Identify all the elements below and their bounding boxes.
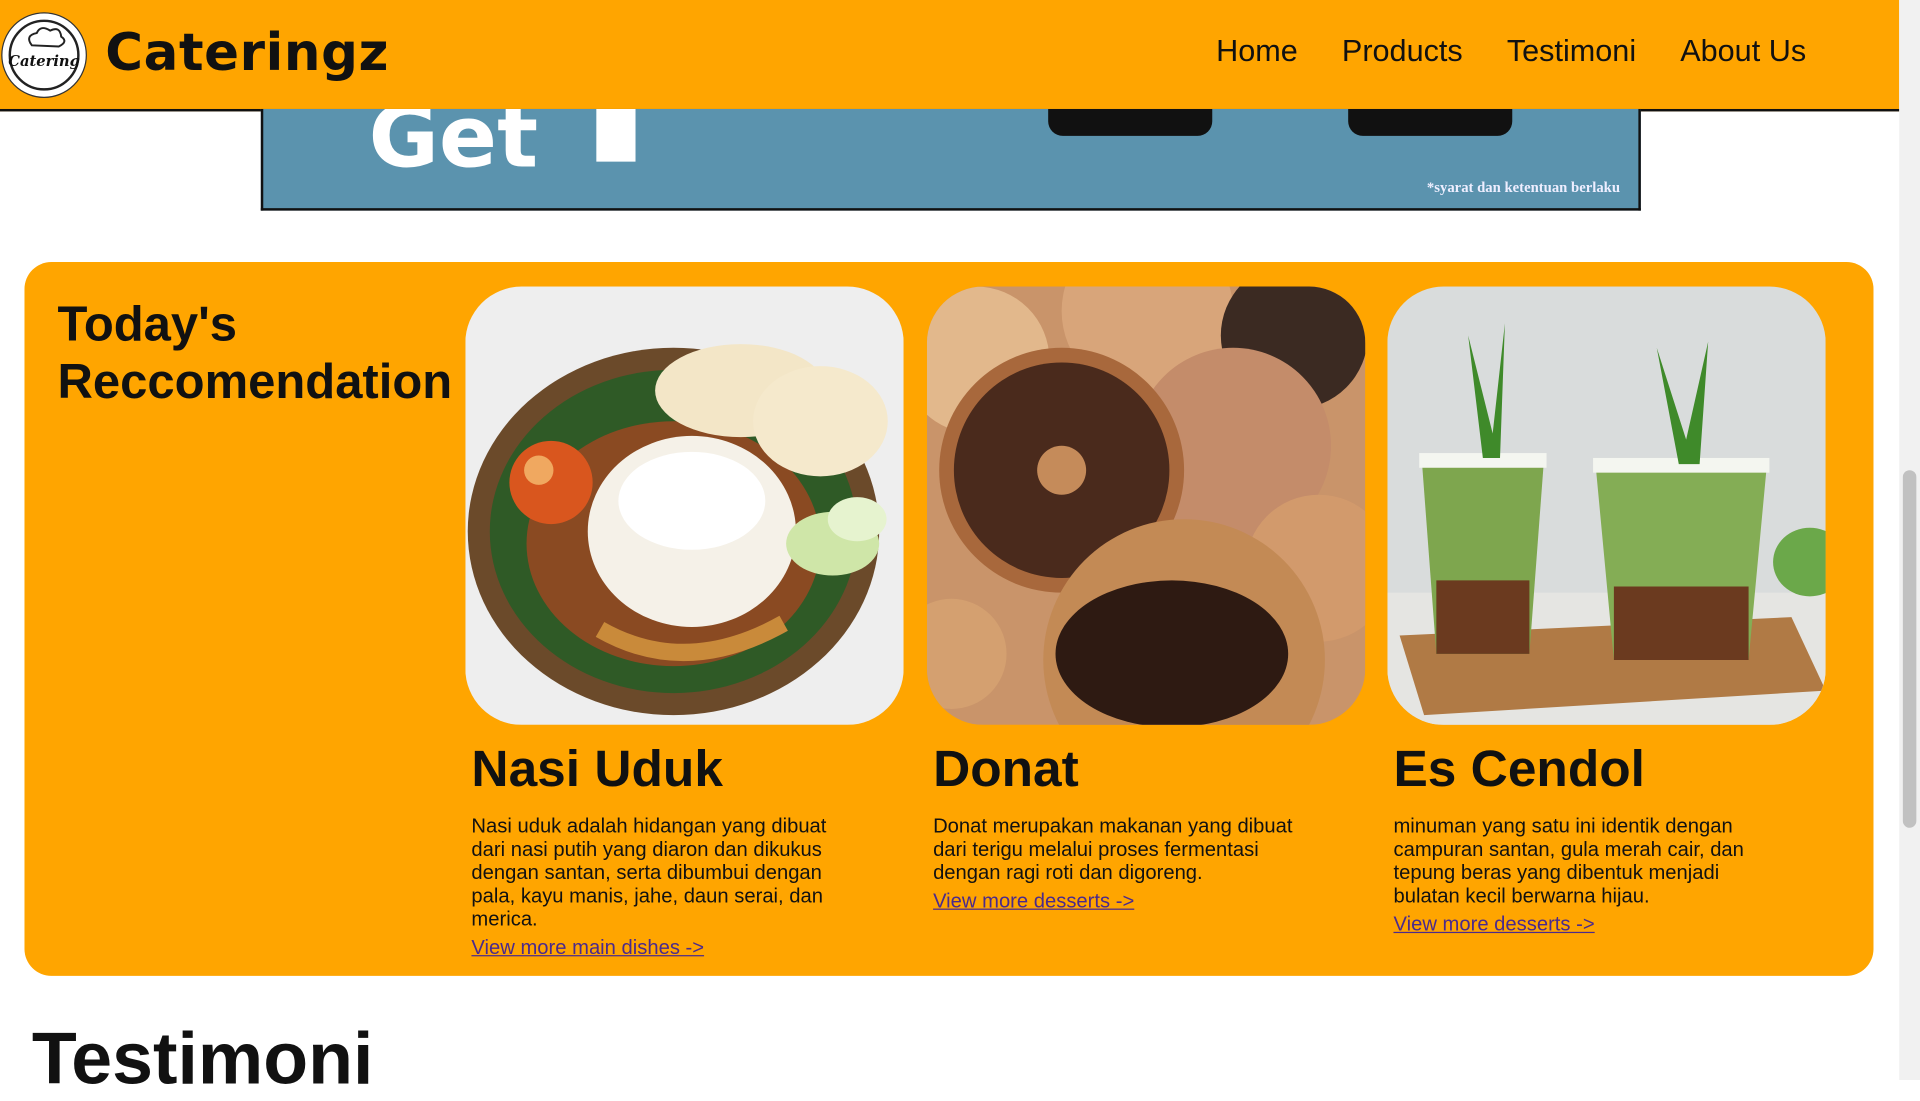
testimoni-heading: Testimoni	[31, 1017, 374, 1100]
card-description: Donat merupakan makanan yang dibuat dari…	[933, 815, 1293, 885]
nav-home[interactable]: Home	[1216, 34, 1298, 70]
es-cendol-image[interactable]	[1387, 286, 1826, 725]
chef-hat-logo-icon: Catering	[8, 19, 80, 91]
banner-button-shape	[1048, 108, 1213, 136]
card-description: minuman yang satu ini identik dengan cam…	[1393, 815, 1744, 908]
product-card: Es Cendol minuman yang satu ini identik …	[1387, 286, 1826, 937]
nav-products[interactable]: Products	[1342, 34, 1463, 70]
brand-logo[interactable]: Catering	[1, 12, 87, 98]
card-title: Donat	[933, 739, 1079, 798]
banner-terms: *syarat dan ketentuan berlaku	[1426, 178, 1621, 196]
banner-bar-shape	[596, 108, 636, 162]
recommendation-section: Today's Reccomendation Nasi Uduk Nasi ud…	[24, 262, 1874, 976]
nav-about-us[interactable]: About Us	[1680, 34, 1806, 70]
site-header: Catering Cateringz Home Products Testimo…	[0, 0, 1900, 112]
view-more-link[interactable]: View more main dishes ->	[471, 937, 704, 960]
product-card: Nasi Uduk Nasi uduk adalah hidangan yang…	[465, 286, 904, 960]
banner-headline: Get	[368, 108, 539, 188]
promo-banner[interactable]: Get *syarat dan ketentuan berlaku	[260, 108, 1641, 211]
svg-text:Catering: Catering	[8, 53, 80, 70]
card-description: Nasi uduk adalah hidangan yang dibuat da…	[471, 815, 827, 931]
product-card: Donat Donat merupakan makanan yang dibua…	[926, 286, 1366, 914]
nav-testimoni[interactable]: Testimoni	[1507, 34, 1636, 70]
main-nav: Home Products Testimoni About Us	[1216, 34, 1806, 70]
view-more-link[interactable]: View more desserts ->	[1393, 913, 1594, 936]
donat-image[interactable]	[926, 286, 1366, 725]
scrollbar-thumb[interactable]	[1902, 470, 1917, 828]
section-title: Today's Reccomendation	[57, 297, 453, 409]
nasi-uduk-image[interactable]	[465, 286, 904, 725]
card-title: Es Cendol	[1393, 739, 1645, 798]
brand-name[interactable]: Cateringz	[105, 22, 389, 82]
view-more-link[interactable]: View more desserts ->	[933, 890, 1134, 913]
vertical-scrollbar[interactable]	[1899, 0, 1920, 1081]
card-title: Nasi Uduk	[471, 739, 723, 798]
banner-button-shape	[1348, 108, 1513, 136]
